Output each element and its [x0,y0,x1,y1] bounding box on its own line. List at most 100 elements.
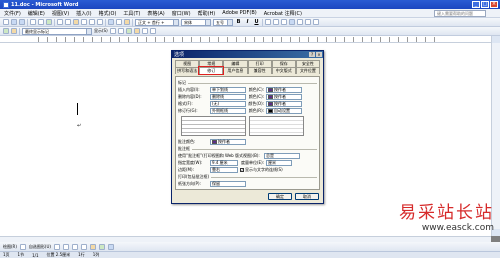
next-change-icon[interactable] [117,28,124,34]
select-objects-icon[interactable] [19,243,26,250]
help-icon[interactable]: ? [309,52,315,57]
paste-icon[interactable] [73,19,79,25]
textbox-icon[interactable] [89,243,96,250]
ok-button[interactable]: 确定 [268,193,292,200]
tab-file-locations[interactable]: 文件位置 [295,67,321,74]
tab-spelling[interactable]: 拼写和语法 [175,67,200,74]
cancel-button[interactable]: 取消 [295,193,319,200]
menu-window[interactable]: 窗口(W) [172,10,191,17]
menu-adobe-pdf[interactable]: Adobe PDF(B) [222,10,256,16]
drawing-icon[interactable] [124,19,130,25]
accept-change-icon[interactable] [125,28,132,34]
clipart-icon[interactable] [107,243,114,250]
table-icon[interactable] [108,19,114,25]
reviewing-toolbar: 最终显示标记 显示(S) [0,27,500,36]
show-menu-button[interactable]: 显示(S) [94,28,108,34]
tab-security[interactable]: 安全性 [295,60,321,67]
deletions-select[interactable]: 删除线 [210,93,246,100]
menu-insert[interactable]: 插入(I) [76,10,91,17]
formatting-color-select[interactable]: 按作者 [266,100,302,107]
undo-icon[interactable] [89,19,95,25]
maximize-button[interactable]: □ [481,1,489,8]
align-right-icon[interactable] [281,19,287,25]
tab-asian-typography[interactable]: 中文版式 [271,67,296,74]
comment-icon[interactable] [11,28,17,34]
tab-user-info[interactable]: 用户信息 [223,67,248,74]
track-changes-icon[interactable] [141,28,148,34]
margin-select[interactable]: 靠右 [210,166,238,173]
width-spinner[interactable]: 9.4 厘米 [210,159,238,166]
changed-lines-value: 外侧框线 [212,107,228,113]
menu-edit[interactable]: 编辑(E) [28,10,45,17]
changed-lines-color-select[interactable]: 自动设置 [266,107,302,114]
font-size-combo[interactable]: 五号 [213,18,233,26]
print-preview-icon[interactable] [38,19,44,25]
changed-lines-select[interactable]: 外侧框线 [210,107,246,114]
tab-general[interactable]: 常规 [199,60,224,67]
numbering-icon[interactable] [305,19,311,25]
arrow-icon[interactable] [62,243,69,250]
style-combo[interactable]: 正文 + 首行 + [135,18,179,26]
bold-button[interactable]: B [235,19,242,25]
redo-icon[interactable] [97,19,103,25]
underline-button[interactable]: U [253,19,260,25]
help-search-input[interactable]: 键入需要帮助的问题 [434,10,486,17]
line-spacing-icon[interactable] [297,19,303,25]
tab-save[interactable]: 保存 [271,60,296,67]
scroll-up-icon[interactable] [492,36,500,43]
italic-button[interactable]: I [244,19,251,25]
format-painter-icon[interactable] [81,19,87,25]
horizontal-ruler[interactable] [0,36,500,43]
justify-icon[interactable] [289,19,295,25]
menu-file[interactable]: 文件(F) [4,10,21,17]
insertions-row: 插入内容(I): 单下划线 颜色(C): 按作者 [178,86,317,93]
wordart-icon[interactable] [98,243,105,250]
track-display-combo[interactable]: 最终显示标记 [22,27,92,35]
save-icon[interactable] [19,19,25,25]
spelling-icon[interactable] [46,19,52,25]
menu-view[interactable]: 视图(V) [52,10,69,17]
menu-help[interactable]: 帮助(H) [198,10,216,17]
close-button[interactable]: × [490,1,498,8]
print-icon[interactable] [30,19,36,25]
dialog-title: 选项 [174,52,185,58]
align-left-icon[interactable] [265,19,271,25]
menu-table[interactable]: 表格(A) [147,10,164,17]
copy-icon[interactable] [65,19,71,25]
menu-format[interactable]: 格式(O) [99,10,117,17]
tab-compatibility[interactable]: 兼容性 [247,67,272,74]
formatting-select[interactable]: (无) [210,100,246,107]
draw-menu[interactable]: 绘图(R) [3,244,17,250]
show-lines-checkbox[interactable]: ✓ 显示与文字的连线(S) [240,167,283,173]
previous-change-icon[interactable] [109,28,116,34]
reject-change-icon[interactable] [133,28,140,34]
cut-icon[interactable] [57,19,63,25]
insertions-color-select[interactable]: 按作者 [266,86,302,93]
tab-print[interactable]: 打印 [247,60,272,67]
tab-view[interactable]: 视图 [175,60,200,67]
align-center-icon[interactable] [273,19,279,25]
new-icon[interactable] [3,19,9,25]
pdf-icon[interactable] [3,28,9,34]
comment-color-select[interactable]: 按作者 [210,138,246,145]
font-combo[interactable]: 宋体 [181,18,211,26]
insertions-select[interactable]: 单下划线 [210,86,246,93]
measure-select[interactable]: 厘米 [266,159,292,166]
rectangle-icon[interactable] [71,243,78,250]
menu-acrobat-comments[interactable]: Acrobat 注释(C) [264,10,302,17]
dialog-close-icon[interactable]: × [316,52,322,57]
tab-track-changes[interactable]: 修订 [198,66,225,75]
balloon-use-select[interactable]: 总是 [264,152,300,159]
menu-tools[interactable]: 工具(T) [123,10,140,17]
line-icon[interactable] [53,243,60,250]
open-icon[interactable] [11,19,17,25]
autoshapes-menu[interactable]: 自选图形(U) [29,244,51,250]
reviewing-pane-icon[interactable] [149,28,156,34]
tab-edit[interactable]: 编辑 [223,60,248,67]
deletions-color-select[interactable]: 按作者 [266,93,302,100]
oval-icon[interactable] [80,243,87,250]
columns-icon[interactable] [116,19,122,25]
bullets-icon[interactable] [313,19,319,25]
minimize-button[interactable]: _ [472,1,480,8]
paper-orientation-select[interactable]: 保留 [210,180,246,187]
